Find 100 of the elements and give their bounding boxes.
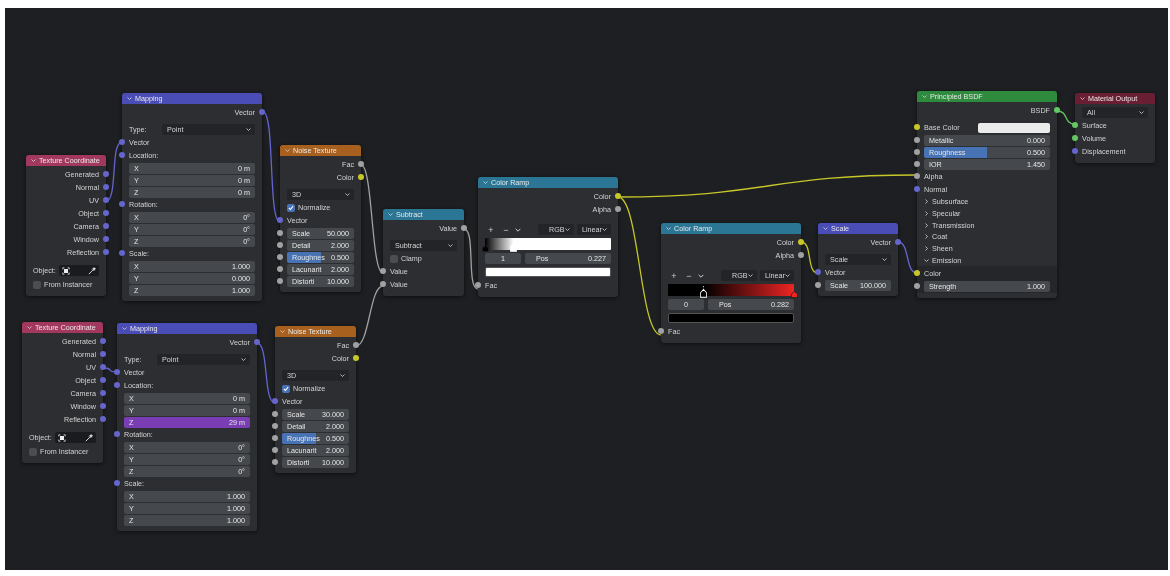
input-socket[interactable] [914,124,920,130]
output-socket[interactable] [798,252,804,258]
input-socket[interactable] [277,217,283,223]
object-field[interactable] [58,265,99,276]
chevron-icon[interactable] [698,272,704,279]
chevron-icon[interactable] [515,226,521,233]
input-socket[interactable] [114,382,120,388]
remove-stop-button[interactable]: − [500,224,512,235]
checkbox[interactable] [390,254,398,263]
input-socket[interactable] [119,201,125,207]
checkbox[interactable] [287,203,295,212]
output-socket[interactable] [103,236,109,242]
input-socket[interactable] [1072,148,1078,154]
output-socket[interactable] [100,338,106,344]
output-socket[interactable] [353,342,359,348]
input-socket[interactable] [272,447,278,453]
input-socket[interactable] [380,281,386,287]
output-socket[interactable] [103,197,109,203]
caret-icon [246,127,251,132]
object-icon [61,266,70,275]
caret-icon [448,243,453,248]
input-socket[interactable] [914,149,920,155]
checkbox[interactable] [282,384,290,393]
color-swatch[interactable] [485,267,611,277]
output-socket[interactable] [461,225,467,231]
input-socket[interactable] [1072,122,1078,128]
output-socket[interactable] [615,193,621,199]
output-socket[interactable] [100,390,106,396]
chevron-icon [922,94,927,99]
output-socket[interactable] [353,355,359,361]
input-socket[interactable] [272,423,278,429]
input-socket[interactable] [277,278,283,284]
input-socket[interactable] [914,283,920,290]
caret-icon [340,373,345,378]
output-socket[interactable] [100,351,106,357]
chevron-icon [122,326,127,331]
chevron-icon [127,96,132,101]
input-socket[interactable] [277,254,283,260]
eyedropper-icon[interactable] [85,433,93,442]
chevron-icon [27,325,32,330]
add-stop-button[interactable]: + [485,224,497,235]
chevron-icon [285,148,290,153]
input-socket[interactable] [272,459,278,465]
output-socket[interactable] [103,210,109,216]
eyedropper-icon[interactable] [88,266,96,275]
input-socket[interactable] [114,369,120,375]
color-swatch[interactable] [668,313,794,323]
input-socket[interactable] [914,173,920,179]
input-socket[interactable] [658,328,664,334]
object-field[interactable] [54,432,96,443]
ramp-stop[interactable] [700,286,708,298]
caret-icon [241,357,246,362]
caret-icon [748,273,753,278]
add-stop-button[interactable]: + [668,270,680,281]
caret-icon [602,227,607,232]
chevron-icon [280,329,285,334]
input-socket[interactable] [119,139,125,145]
input-socket[interactable] [914,186,920,192]
input-socket[interactable] [119,250,125,256]
chevron-icon [483,180,488,185]
input-socket[interactable] [815,282,821,288]
input-socket[interactable] [475,282,481,288]
output-socket[interactable] [358,161,364,167]
input-socket[interactable] [277,242,283,248]
input-socket[interactable] [272,398,278,404]
input-socket[interactable] [272,411,278,417]
input-socket[interactable] [1072,135,1078,141]
input-socket[interactable] [277,266,283,272]
input-socket[interactable] [914,161,920,167]
checkbox[interactable] [33,280,41,289]
input-socket[interactable] [815,269,821,275]
output-socket[interactable] [615,206,621,212]
input-socket[interactable] [114,480,120,486]
chevron-icon [31,158,36,163]
input-socket[interactable] [380,268,386,274]
input-socket[interactable] [119,152,125,158]
output-socket[interactable] [100,377,106,383]
output-socket[interactable] [1054,107,1060,113]
input-socket[interactable] [272,435,278,441]
output-socket[interactable] [358,174,364,180]
input-socket[interactable] [114,431,120,437]
caret-icon [565,227,570,232]
output-socket[interactable] [895,239,901,245]
output-socket[interactable] [798,239,804,245]
input-socket[interactable] [914,270,920,277]
input-socket[interactable] [277,230,283,236]
input-socket[interactable] [914,137,920,143]
caret-icon [345,192,350,197]
output-socket[interactable] [100,416,106,422]
remove-stop-button[interactable]: − [683,270,695,281]
color-swatch[interactable] [978,122,1050,133]
checkbox[interactable] [29,447,37,456]
output-socket[interactable] [103,223,109,229]
color-ramp-bar[interactable] [485,238,611,250]
output-socket[interactable] [103,184,109,190]
output-socket[interactable] [103,249,109,255]
output-socket[interactable] [103,171,109,177]
caret-icon [1139,110,1144,115]
chevron-icon [1080,96,1085,101]
output-socket[interactable] [100,403,106,409]
